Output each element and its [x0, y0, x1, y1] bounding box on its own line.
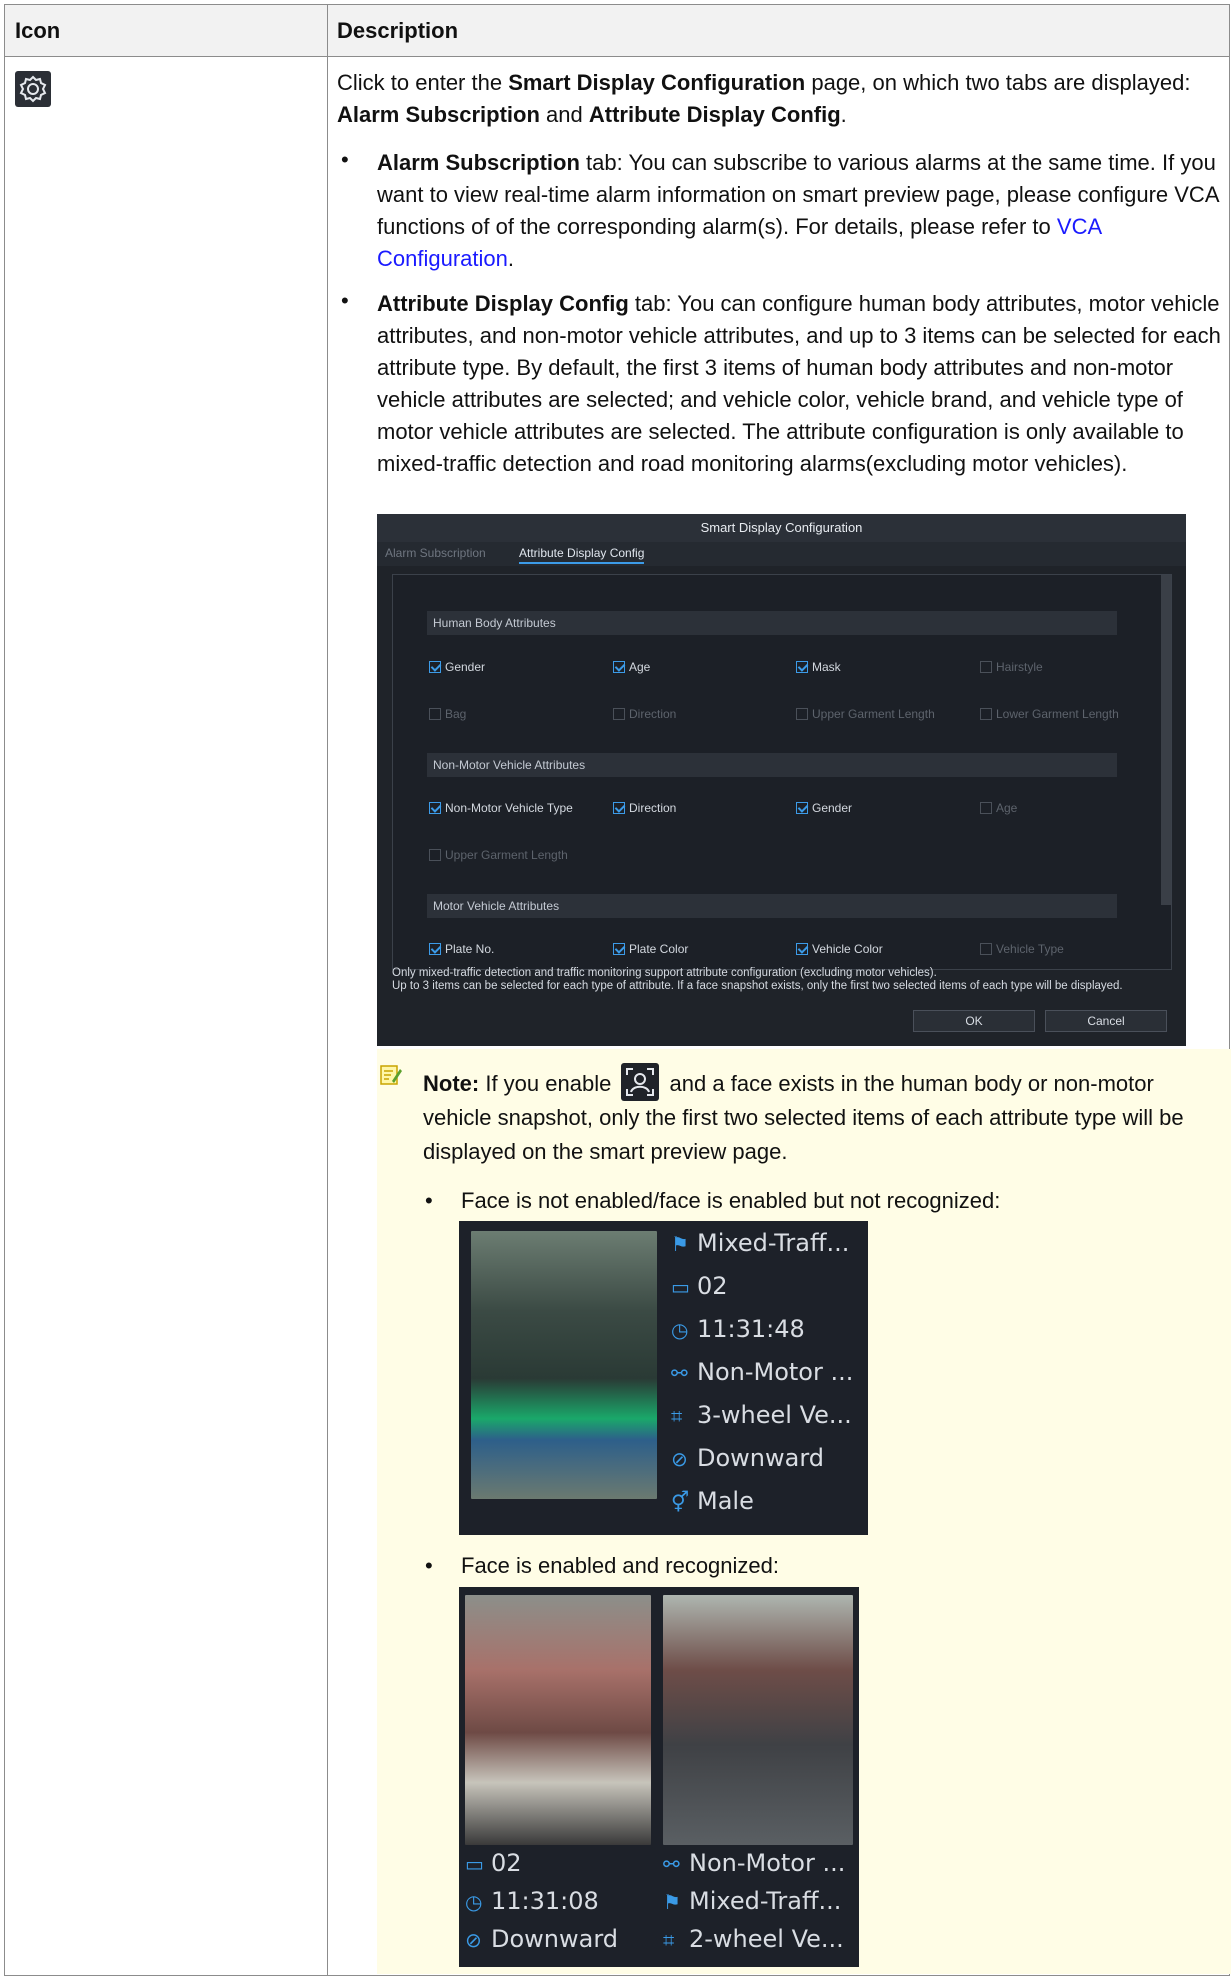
scrollbar[interactable]	[1161, 575, 1171, 905]
checkbox-human-lower-garment[interactable]: Lower Garment Length	[980, 707, 1119, 721]
snapshot-info-line: ⌗ 2-wheel Ve...	[663, 1925, 844, 1953]
section-motor: Motor Vehicle Attributes	[427, 894, 1117, 918]
vehicle-photo	[471, 1231, 657, 1499]
snapshot-info-line: ⚯ Non-Motor ...	[671, 1358, 854, 1386]
checkbox-human-hairstyle[interactable]: Hairstyle	[980, 660, 1043, 674]
clock-icon: ◷	[671, 1318, 689, 1342]
note-text: Note: If you enable and a face exists in…	[423, 1063, 1223, 1169]
snapshot-info-line: ▭ 02	[671, 1272, 728, 1300]
tab-alarm-subscription[interactable]: Alarm Subscription	[385, 546, 486, 560]
bullet-alarm-subscription: Alarm Subscription tab: You can subscrib…	[377, 150, 1219, 271]
bullet-dot: •	[425, 1553, 433, 1578]
vehicle-type-icon: ⌗	[671, 1404, 683, 1428]
snapshot-info-line: ▭ 02	[465, 1849, 522, 1877]
checkbox-nonmotor-gender[interactable]: Gender	[796, 801, 852, 815]
cancel-button[interactable]: Cancel	[1045, 1010, 1167, 1032]
case-face-enabled: Face is enabled and recognized:	[461, 1553, 779, 1578]
checkbox-nonmotor-age[interactable]: Age	[980, 801, 1017, 815]
bicycle-icon: ⚯	[671, 1361, 688, 1385]
snapshot-with-face: ▭ 02 ◷ 11:31:08 ⊘ Downward ⚯ Non-Motor ... ⚑…	[459, 1587, 859, 1967]
clock-icon: ◷	[465, 1890, 483, 1914]
ok-button[interactable]: OK	[913, 1010, 1035, 1032]
intro-paragraph: Click to enter the Smart Display Configu…	[337, 70, 1191, 127]
snapshot-info-line: ⚯ Non-Motor ...	[663, 1849, 846, 1877]
checkbox-motor-plate-no[interactable]: Plate No.	[429, 942, 494, 956]
face-photo	[465, 1595, 651, 1845]
direction-icon: ⊘	[465, 1928, 482, 1952]
snapshot-info-line: ◷ 11:31:08	[465, 1887, 599, 1915]
vehicle-type-icon: ⌗	[663, 1928, 675, 1952]
dialog-note: Only mixed-traffic detection and traffic…	[392, 967, 1123, 992]
rider-photo	[663, 1595, 853, 1845]
table-header-row: Icon Description	[5, 5, 1229, 57]
bicycle-icon: ⚯	[663, 1852, 680, 1876]
traffic-icon: ⚑	[671, 1232, 689, 1256]
snapshot-info-line: ⊘ Downward	[671, 1444, 825, 1472]
bullet-dot: •	[341, 147, 349, 172]
snapshot-info-line: ◷ 11:31:48	[671, 1315, 805, 1343]
checkbox-nonmotor-direction[interactable]: Direction	[613, 801, 676, 815]
tab-attribute-display-config[interactable]: Attribute Display Config	[519, 546, 645, 564]
checkbox-nonmotor-upper-garment[interactable]: Upper Garment Length	[429, 848, 568, 862]
snapshot-info-line: ⚑ Mixed-Traff...	[663, 1887, 842, 1915]
camera-icon: ▭	[671, 1275, 690, 1299]
header-icon: Icon	[15, 18, 61, 43]
column-divider	[327, 5, 328, 1975]
snapshot-info-line: ⚥ Male	[671, 1487, 754, 1515]
smart-display-dialog: Smart Display Configuration Alarm Subscr…	[377, 514, 1186, 1046]
dialog-tabs: Alarm Subscription Attribute Display Con…	[377, 542, 1186, 566]
checkbox-motor-vehicle-color[interactable]: Vehicle Color	[796, 942, 883, 956]
gear-icon	[15, 71, 51, 107]
case-face-not-enabled: Face is not enabled/face is enabled but …	[461, 1188, 1001, 1213]
snapshot-info-line: ⌗ 3-wheel Ve...	[671, 1401, 852, 1429]
snapshot-no-face: ⚑ Mixed-Traff... ▭ 02 ◷ 11:31:48 ⚯ Non-Motor…	[459, 1221, 868, 1535]
bullet-dot: •	[341, 288, 349, 313]
dialog-title: Smart Display Configuration	[377, 514, 1186, 542]
checkbox-nonmotor-type[interactable]: Non-Motor Vehicle Type	[429, 801, 573, 815]
checkbox-human-direction[interactable]: Direction	[613, 707, 676, 721]
traffic-icon: ⚑	[663, 1890, 681, 1914]
checkbox-motor-vehicle-type[interactable]: Vehicle Type	[980, 942, 1064, 956]
direction-icon: ⊘	[671, 1447, 688, 1471]
note-box: Note: If you enable and a face exists in…	[377, 1049, 1231, 1974]
checkbox-human-bag[interactable]: Bag	[429, 707, 466, 721]
snapshot-info-line: ⚑ Mixed-Traff...	[671, 1229, 850, 1257]
checkbox-human-gender[interactable]: Gender	[429, 660, 485, 674]
description-table: Icon Description Click to enter the Smar…	[4, 4, 1231, 1976]
face-recognition-icon	[621, 1063, 660, 1101]
section-non-motor: Non-Motor Vehicle Attributes	[427, 753, 1117, 777]
bullet-dot: •	[425, 1188, 433, 1213]
attribute-panel: Human Body Attributes Gender Age Mask Ha…	[392, 574, 1172, 970]
section-human-body: Human Body Attributes	[427, 611, 1117, 635]
camera-icon: ▭	[465, 1852, 484, 1876]
checkbox-human-age[interactable]: Age	[613, 660, 650, 674]
snapshot-info-line: ⊘ Downward	[465, 1925, 619, 1953]
checkbox-motor-plate-color[interactable]: Plate Color	[613, 942, 688, 956]
checkbox-human-mask[interactable]: Mask	[796, 660, 841, 674]
note-pencil-icon	[379, 1063, 402, 1085]
checkbox-human-upper-garment[interactable]: Upper Garment Length	[796, 707, 935, 721]
bullet-attribute-display: Attribute Display Config tab: You can co…	[377, 291, 1221, 476]
header-description: Description	[337, 18, 459, 43]
gender-icon: ⚥	[671, 1490, 690, 1514]
